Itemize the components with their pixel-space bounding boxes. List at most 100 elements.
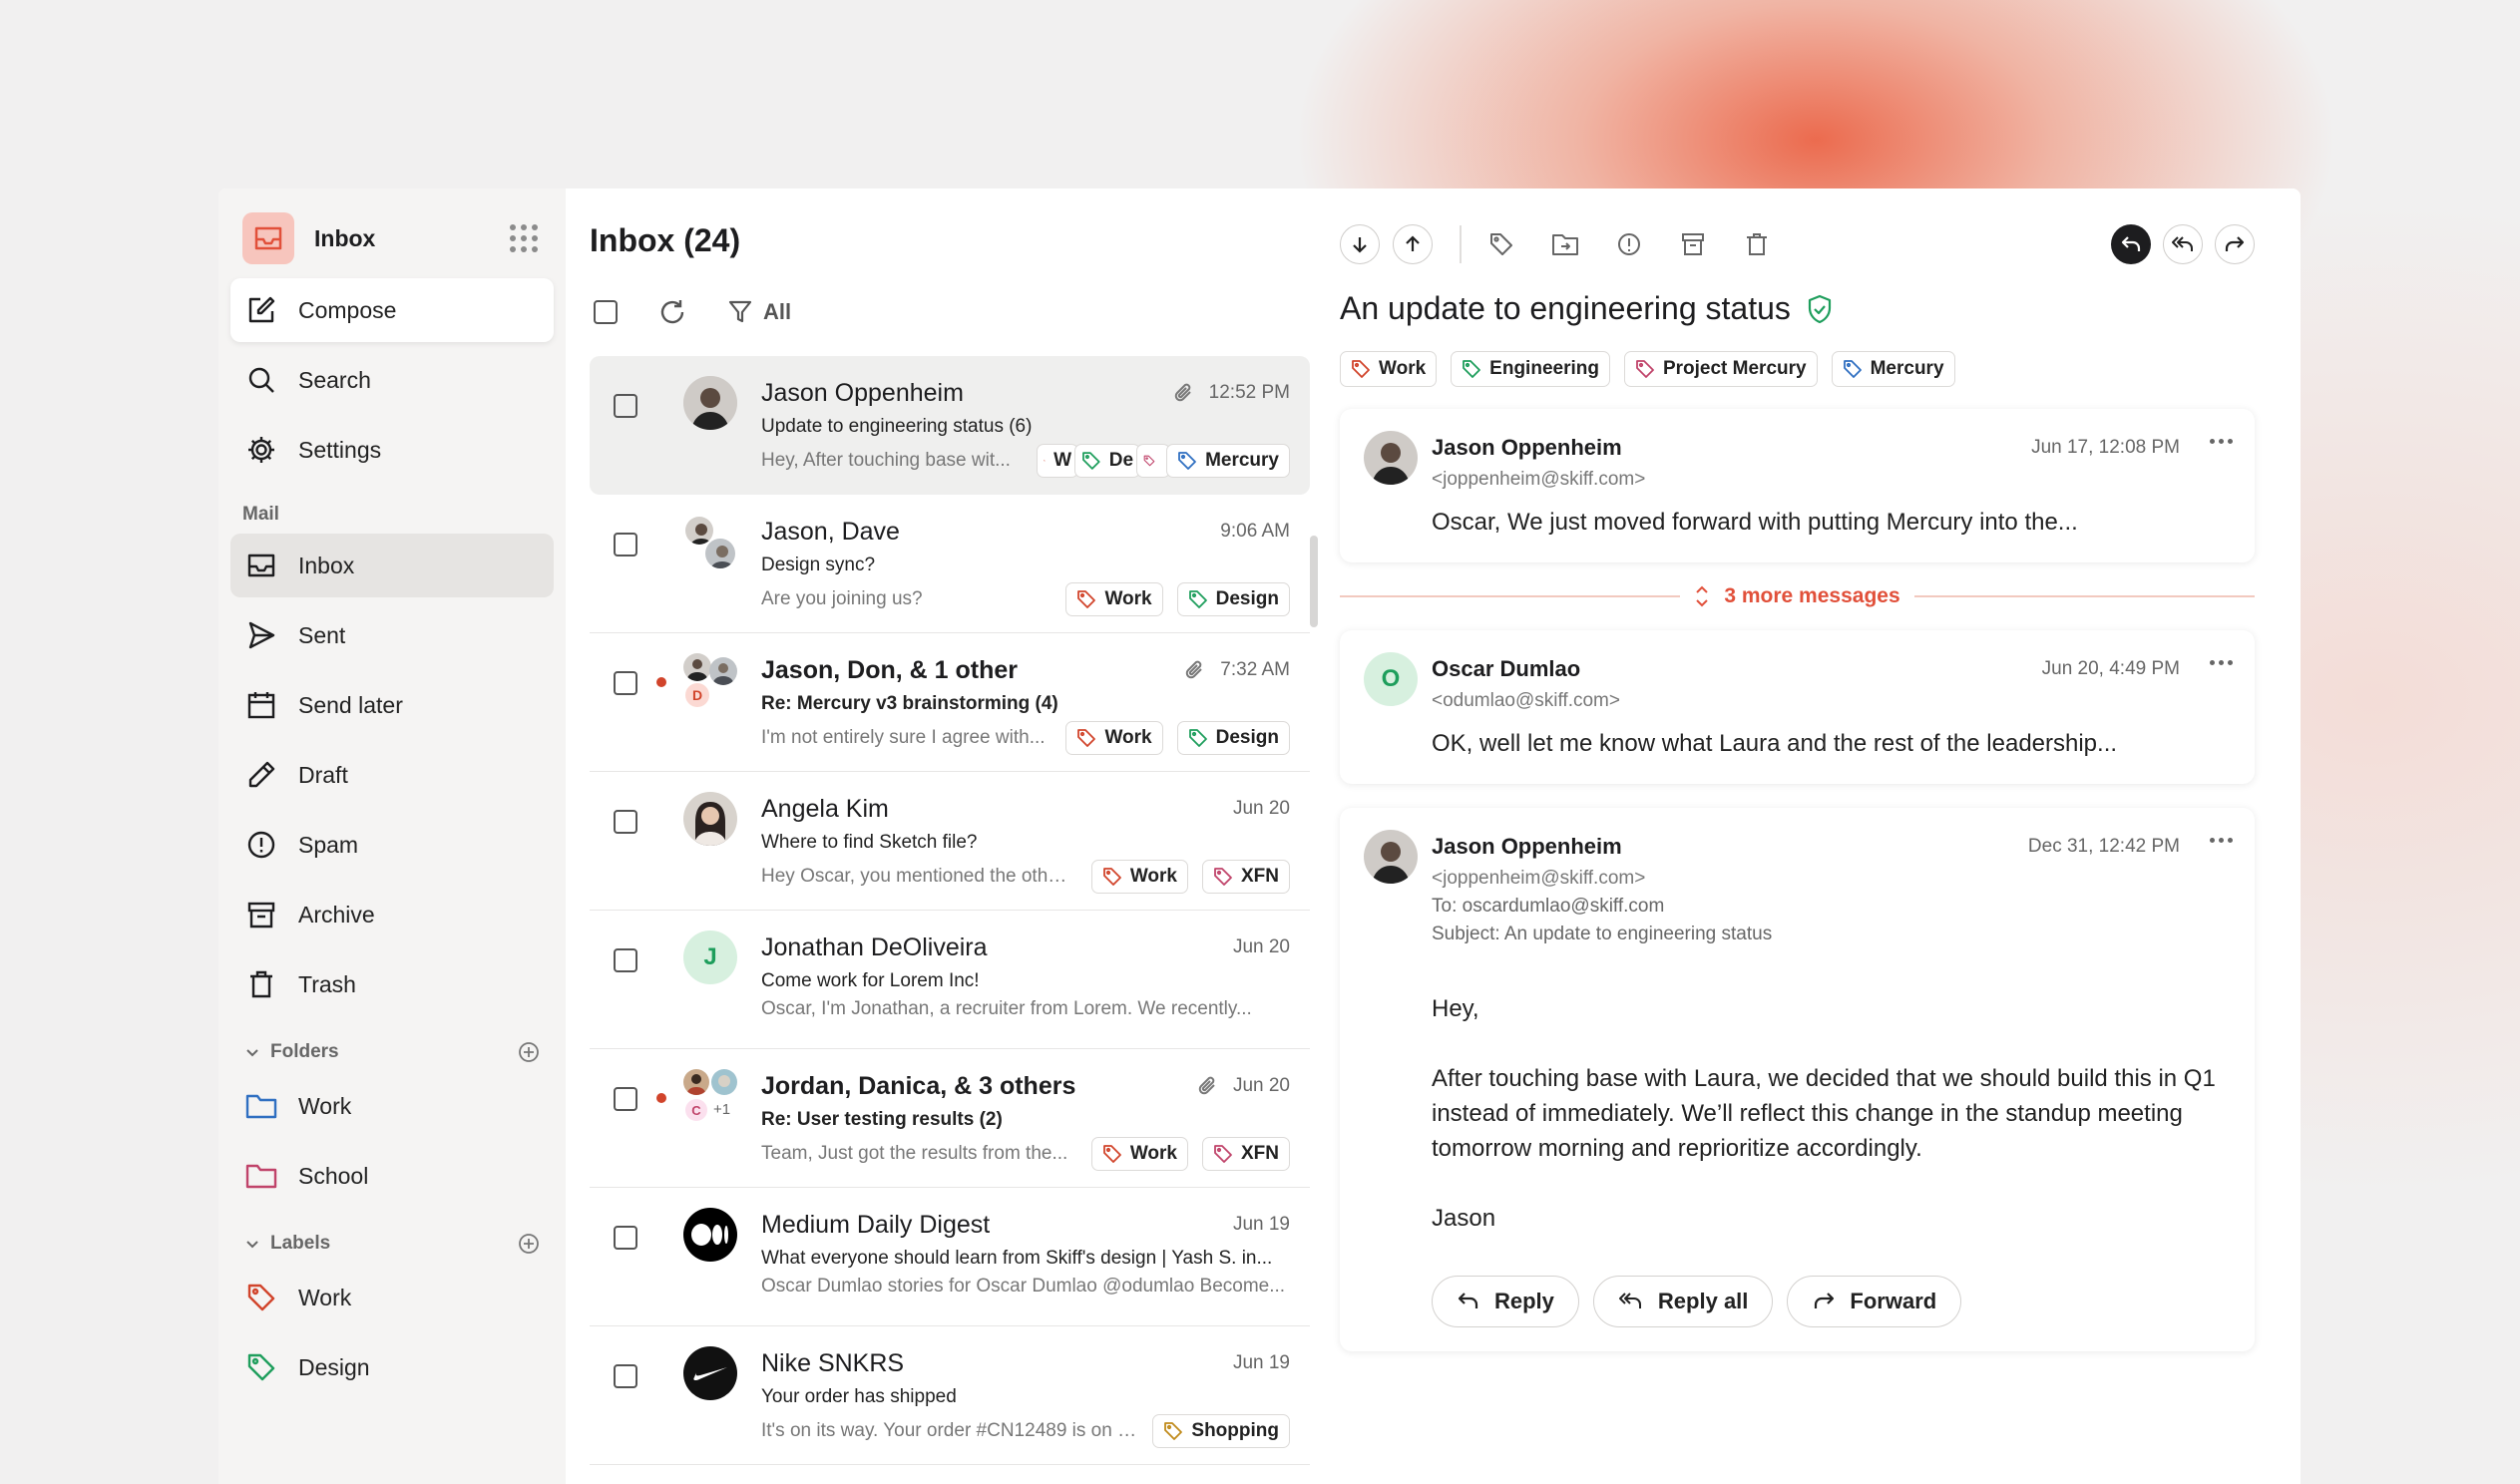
message-date: Jun 17, 12:08 PM xyxy=(2031,437,2180,458)
tag-design[interactable]: De xyxy=(1074,444,1141,478)
folders-title: Folders xyxy=(270,1041,339,1062)
message-card[interactable]: Jason Oppenheim <joppenheim@skiff.com> J… xyxy=(1340,409,2255,562)
folder-icon xyxy=(244,1159,278,1193)
previous-message-button[interactable] xyxy=(1393,224,1433,264)
message-subject: Your order has shipped xyxy=(761,1386,957,1407)
search-button[interactable]: Search xyxy=(230,348,554,412)
folder-item-school[interactable]: School xyxy=(230,1144,554,1208)
gear-icon xyxy=(244,433,278,467)
tag-project-mercury[interactable]: Project Mercury xyxy=(1623,351,1818,387)
message-card[interactable]: O Oscar Dumlao <odumlao@skiff.com> Jun 2… xyxy=(1340,630,2255,784)
list-item[interactable]: Jason, Dave 9:06 AM Design sync? Are you… xyxy=(590,495,1310,633)
label-button[interactable] xyxy=(1481,224,1521,264)
message-time: Jun 19 xyxy=(1232,1214,1290,1235)
row-checkbox[interactable] xyxy=(614,1226,637,1250)
folder-item-work[interactable]: Work xyxy=(230,1074,554,1138)
next-message-button[interactable] xyxy=(1340,224,1380,264)
select-all-checkbox[interactable] xyxy=(594,300,618,324)
list-item[interactable]: D Jason, Don, & 1 other 7:32 AM Re: Merc… xyxy=(590,633,1310,772)
tag-work[interactable]: Work xyxy=(1065,721,1163,755)
list-item[interactable]: Jason Oppenheim 12:52 PM Update to engin… xyxy=(590,356,1310,495)
tag-work[interactable]: Work xyxy=(1340,351,1438,387)
tag-design[interactable]: Design xyxy=(1176,582,1290,616)
row-checkbox[interactable] xyxy=(614,533,637,556)
tag-shopping[interactable]: Shopping xyxy=(1152,1414,1290,1448)
more-options-icon[interactable] xyxy=(2210,660,2233,712)
sidebar-item-send-later[interactable]: Send later xyxy=(230,673,554,737)
sidebar-item-trash[interactable]: Trash xyxy=(230,952,554,1016)
read-indicator xyxy=(651,376,671,495)
sender-email: <joppenheim@skiff.com> xyxy=(1432,469,1646,490)
reply-all-toolbar-button[interactable] xyxy=(2163,224,2203,264)
sidebar-item-spam[interactable]: Spam xyxy=(230,813,554,877)
more-options-icon[interactable] xyxy=(2210,838,2233,945)
label-item-design[interactable]: Design xyxy=(230,1335,554,1399)
tag-label: Mercury xyxy=(1205,450,1279,471)
reply-all-button[interactable]: Reply all xyxy=(1592,1276,1774,1327)
settings-button[interactable]: Settings xyxy=(230,418,554,482)
add-folder-icon[interactable] xyxy=(518,1041,540,1063)
move-to-folder-button[interactable] xyxy=(1545,224,1585,264)
archive-button[interactable] xyxy=(1673,224,1713,264)
reply-button[interactable]: Reply xyxy=(1432,1276,1579,1327)
reader-toolbar xyxy=(1340,222,2255,266)
sidebar-item-inbox[interactable]: Inbox xyxy=(230,534,554,597)
more-options-icon[interactable] xyxy=(2210,439,2233,491)
folder-move-icon xyxy=(1552,234,1578,255)
reply-icon xyxy=(2121,236,2141,251)
tag-xfn[interactable]: XFN xyxy=(1202,860,1290,894)
labels-header[interactable]: Labels xyxy=(230,1222,554,1266)
app-switcher-grid-icon[interactable] xyxy=(510,224,538,252)
forward-toolbar-button[interactable] xyxy=(2215,224,2255,264)
compose-button[interactable]: Compose xyxy=(230,278,554,342)
label-item-work[interactable]: Work xyxy=(230,1266,554,1329)
tag-icon xyxy=(1178,452,1196,470)
list-item[interactable]: Medium Daily Digest Jun 19 What everyone… xyxy=(590,1188,1310,1326)
sender-email: <joppenheim@skiff.com> xyxy=(1432,868,1646,889)
read-indicator xyxy=(651,1346,671,1464)
tag-work[interactable]: W xyxy=(1037,444,1079,478)
list-item[interactable]: Nike SNKRS Jun 19 Your order has shipped… xyxy=(590,1326,1310,1465)
sidebar-item-archive[interactable]: Archive xyxy=(230,883,554,946)
tag-mercury[interactable]: Mercury xyxy=(1831,351,1955,387)
tag-work[interactable]: Work xyxy=(1065,582,1163,616)
list-item[interactable]: Angela Kim Jun 20 Where to find Sketch f… xyxy=(590,772,1310,911)
refresh-button[interactable] xyxy=(657,297,687,327)
add-label-icon[interactable] xyxy=(518,1233,540,1255)
spam-button[interactable] xyxy=(1609,224,1649,264)
row-checkbox[interactable] xyxy=(614,1087,637,1111)
avatar xyxy=(703,537,737,570)
list-item[interactable]: C +1 Jordan, Danica, & 3 others Jun 20 R… xyxy=(590,1049,1310,1188)
sidebar-item-draft[interactable]: Draft xyxy=(230,743,554,807)
collapsed-messages[interactable]: 3 more messages xyxy=(1340,572,2255,620)
tag-engineering[interactable]: Engineering xyxy=(1451,351,1610,387)
row-checkbox[interactable] xyxy=(614,948,637,972)
row-checkbox[interactable] xyxy=(614,810,637,834)
filter-button[interactable]: All xyxy=(727,299,791,325)
folders-header[interactable]: Folders xyxy=(230,1030,554,1074)
refresh-icon xyxy=(660,300,684,324)
tag-work[interactable]: Work xyxy=(1090,1137,1188,1171)
delete-button[interactable] xyxy=(1737,224,1777,264)
list-item[interactable]: J Jonathan DeOliveira Jun 20 Come work f… xyxy=(590,911,1310,1049)
divider-line xyxy=(1340,595,1681,597)
filter-icon xyxy=(728,300,752,323)
tag-mercury[interactable]: Mercury xyxy=(1166,444,1290,478)
forward-button[interactable]: Forward xyxy=(1787,1276,1962,1327)
row-checkbox[interactable] xyxy=(614,1364,637,1388)
tag-design[interactable]: Design xyxy=(1176,721,1290,755)
avatar xyxy=(1364,431,1418,485)
list-item-content: Angela Kim Jun 20 Where to find Sketch f… xyxy=(761,792,1290,910)
sender-name: Oscar Dumlao xyxy=(1432,656,1581,681)
sender-name: Jonathan DeOliveira xyxy=(761,932,988,961)
reply-toolbar-button[interactable] xyxy=(2111,224,2151,264)
tag-icon xyxy=(1077,590,1096,608)
tag-work[interactable]: Work xyxy=(1090,860,1188,894)
list-scrollbar[interactable] xyxy=(1310,536,1318,627)
sender-name: Jordan, Danica, & 3 others xyxy=(761,1071,1076,1100)
row-checkbox[interactable] xyxy=(614,394,637,418)
tag-project[interactable] xyxy=(1136,444,1171,478)
sidebar-item-sent[interactable]: Sent xyxy=(230,603,554,667)
row-checkbox[interactable] xyxy=(614,671,637,695)
tag-xfn[interactable]: XFN xyxy=(1202,1137,1290,1171)
